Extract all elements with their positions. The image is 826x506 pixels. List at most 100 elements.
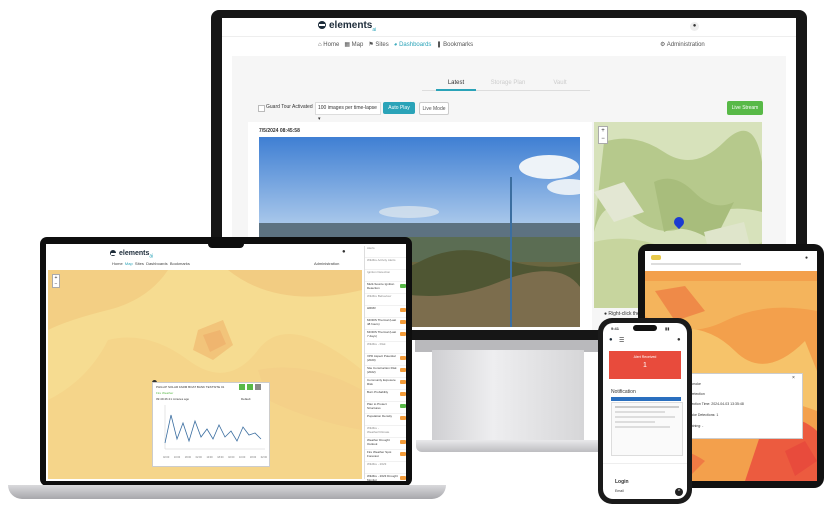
alert-title: Alert Received <box>633 355 657 359</box>
layer-item[interactable]: Site Construction Risk (2022) <box>365 366 406 378</box>
auto-play-button[interactable]: Auto Play <box>383 102 415 114</box>
layer-item[interactable]: Weather Drought Outlook <box>365 438 406 450</box>
layer-label: Plan to Protect Structures <box>367 402 387 410</box>
bookmark-icon: ❚ <box>436 42 442 48</box>
gear-icon: ⚙ <box>660 42 666 48</box>
nav-dashboards[interactable]: Dashboards <box>399 42 431 48</box>
layer-label: MODIS Thermal (Last 7 days) <box>367 330 397 338</box>
logo-icon[interactable]: ● <box>609 337 613 343</box>
popup-action-button[interactable] <box>239 384 245 390</box>
tab-vault[interactable]: Vault <box>540 80 580 86</box>
login-heading: Login <box>615 479 629 485</box>
alert-card[interactable]: Alert Received 1 <box>609 351 681 379</box>
nav-sites[interactable]: Sites <box>375 42 388 48</box>
layer-item[interactable]: Multi-Source Ignition Detection <box>365 282 406 294</box>
nav-dashboards[interactable]: Dashboards <box>146 261 168 266</box>
dashboard-icon: ◕ <box>393 42 398 48</box>
zoom-controls[interactable]: + − <box>52 274 60 288</box>
layer-item: Wildfire - Weather/Climate <box>365 426 406 438</box>
signal-icon: ▮▮ <box>665 326 670 331</box>
close-icon[interactable]: × <box>792 375 795 381</box>
nav-home[interactable]: Home <box>112 261 123 266</box>
layer-label: Alerts <box>367 246 375 250</box>
layer-item: Ignition Detection <box>365 270 406 282</box>
notification-editor[interactable] <box>611 402 683 456</box>
popup-chart-label: Default <box>241 397 251 401</box>
layer-item[interactable]: Population Density <box>365 414 406 426</box>
layer-label: Fire Weather Spot Forecast <box>367 450 392 458</box>
layer-item[interactable]: VPD Aspect Potential (2020) <box>365 354 406 366</box>
nav-sites[interactable]: Sites <box>135 261 144 266</box>
monitor-stand <box>432 350 584 448</box>
layer-item[interactable]: Burn Probability <box>365 390 406 402</box>
map-icon: ▦ <box>344 42 350 48</box>
nav-bookmarks[interactable]: Bookmarks <box>170 261 190 266</box>
layer-item: Wildfire Behaviour <box>365 294 406 306</box>
layer-item[interactable]: Community Exposure Risk <box>365 378 406 390</box>
layer-label: Wildfire - 2023 Drought Monitor <box>367 474 398 481</box>
layer-item[interactable]: Plan to Protect Structures <box>365 402 406 414</box>
brand-logo[interactable]: elementsai <box>110 250 153 259</box>
dynamic-island <box>633 325 657 331</box>
home-icon: ⌂ <box>318 42 322 48</box>
zoom-controls[interactable]: + − <box>598 126 608 144</box>
popup-line: Detection <box>690 392 705 396</box>
layer-label: MODIS Thermal (Last 48 hours) <box>367 318 397 326</box>
brand-logo[interactable]: elementsai <box>318 20 376 33</box>
layer-toggle[interactable] <box>400 284 406 288</box>
tablet-header: ● <box>645 251 817 271</box>
nav-map[interactable]: Map <box>352 42 364 48</box>
layer-toggle[interactable] <box>400 476 406 480</box>
live-stream-button[interactable]: Live Stream <box>727 101 763 115</box>
layer-label: Multi-Source Ignition Detection <box>367 282 395 290</box>
nav-home[interactable]: Home <box>323 42 339 48</box>
popup-action-button[interactable] <box>247 384 253 390</box>
admin-menu[interactable]: ⚙ Administration <box>660 41 705 48</box>
layer-toggle[interactable] <box>400 416 406 420</box>
layer-label: Population Density <box>367 414 393 418</box>
menu-icon[interactable]: ☰ <box>619 337 624 344</box>
layer-toggle[interactable] <box>400 392 406 396</box>
header-divider <box>222 36 796 37</box>
guard-tour-checkbox[interactable] <box>258 105 265 112</box>
layer-item[interactable]: Wildfire - 2023 Drought Monitor <box>365 474 406 481</box>
user-icon[interactable]: ● <box>805 255 808 261</box>
tab-latest[interactable]: Latest <box>436 80 476 86</box>
user-icon[interactable]: ● <box>690 22 699 31</box>
layer-toggle[interactable] <box>400 452 406 456</box>
main-nav: ⌂ Home ▦ Map ⚑ Sites ◕ Dashboards ❚ Book… <box>318 41 473 48</box>
live-mode-button[interactable]: Live Mode <box>419 102 449 115</box>
layer-item[interactable]: Fire Weather Spot Forecast <box>365 450 406 462</box>
layer-toggle[interactable] <box>400 320 406 324</box>
main-nav: Home Map Sites Dashboards Bookmarks <box>112 261 190 266</box>
images-per-page-select[interactable]: 100 images per time-lapse ▾ <box>315 102 381 122</box>
user-icon[interactable]: ● <box>342 249 346 255</box>
layer-label: Community Exposure Risk <box>367 378 396 386</box>
tablet-nav <box>651 263 741 265</box>
layer-toggle[interactable] <box>400 332 406 336</box>
brand-logo[interactable] <box>651 255 661 260</box>
sites-icon: ⚑ <box>368 42 374 48</box>
layer-label: HRRR <box>367 306 376 310</box>
guard-tour-label: Guard Tour Activated <box>266 104 313 110</box>
layer-item[interactable]: MODIS Thermal (Last 48 hours) <box>365 318 406 330</box>
layer-toggle[interactable] <box>400 368 406 372</box>
site-popup: PHILLIP SOLAR FARM BOAT BANK TESTSITE 01… <box>152 382 270 467</box>
layer-toggle[interactable] <box>400 356 406 360</box>
layer-toggle[interactable] <box>400 380 406 384</box>
close-icon[interactable] <box>255 384 261 390</box>
layer-toggle[interactable] <box>400 308 406 312</box>
layer-item[interactable]: HRRR <box>365 306 406 318</box>
layer-label: Site Construction Risk (2022) <box>367 366 397 374</box>
tab-storage-plan[interactable]: Storage Plan <box>478 80 538 86</box>
layer-item[interactable]: MODIS Thermal (Last 7 days) <box>365 330 406 342</box>
admin-menu[interactable]: Administration <box>314 261 339 266</box>
nav-bookmarks[interactable]: Bookmarks <box>443 42 473 48</box>
layer-toggle[interactable] <box>400 440 406 444</box>
chevron-up-icon[interactable]: ^ <box>675 488 683 496</box>
layer-toggle[interactable] <box>400 404 406 408</box>
nav-map[interactable]: Map <box>125 261 133 266</box>
risk-map[interactable]: + − PHILLIP SOLAR FARM BOAT BANK TESTSITE… <box>48 270 362 479</box>
email-label: Email <box>615 489 624 493</box>
user-icon[interactable]: ● <box>677 337 681 343</box>
